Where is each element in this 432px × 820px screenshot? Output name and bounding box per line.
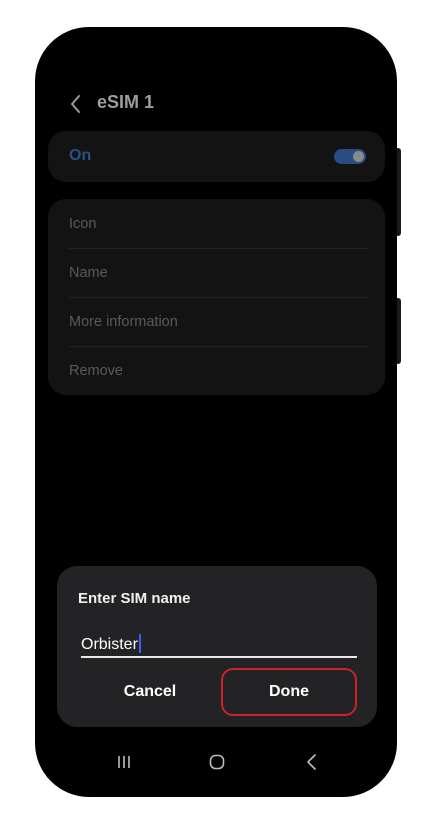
recent-apps-icon[interactable]: [113, 751, 135, 773]
back-icon[interactable]: [301, 751, 323, 773]
done-button-highlight[interactable]: Done: [221, 668, 357, 716]
system-navigation-bar: [35, 747, 397, 779]
done-button[interactable]: Done: [223, 683, 355, 701]
esim-toggle-switch[interactable]: [334, 149, 366, 164]
list-item-more-information[interactable]: More information: [69, 314, 178, 330]
sim-options-list: Icon Name More information Remove: [48, 199, 385, 395]
enter-sim-name-dialog: Enter SIM name Orbister Cancel Done: [57, 566, 377, 727]
text-caret: [138, 634, 141, 653]
page-title: eSIM 1: [97, 92, 155, 112]
cancel-button[interactable]: Cancel: [105, 683, 195, 701]
toggle-knob: [353, 151, 364, 162]
list-item-remove[interactable]: Remove: [69, 363, 123, 379]
esim-toggle-row[interactable]: On: [48, 131, 385, 182]
divider: [69, 248, 368, 249]
list-item-icon[interactable]: Icon: [69, 216, 96, 232]
sim-name-input-value: Orbister: [81, 634, 141, 654]
phone-screen: eSIM 1 On Icon Name More information Rem…: [35, 27, 397, 797]
dialog-title: Enter SIM name: [78, 590, 191, 607]
back-arrow-icon[interactable]: [65, 91, 87, 117]
divider: [69, 346, 368, 347]
sim-name-input[interactable]: Orbister: [81, 630, 357, 658]
toggle-label: On: [69, 147, 92, 164]
app-header: eSIM 1: [35, 91, 397, 117]
list-item-name[interactable]: Name: [69, 265, 108, 281]
home-icon[interactable]: [206, 751, 228, 773]
divider: [69, 297, 368, 298]
